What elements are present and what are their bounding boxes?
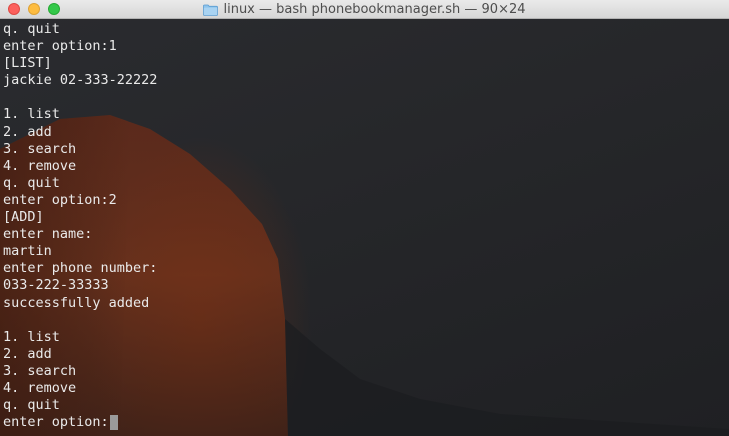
terminal-line: 4. remove	[3, 157, 77, 174]
terminal-line: 4. remove	[3, 379, 77, 396]
terminal-line: q. quit	[3, 174, 60, 191]
terminal-line: jackie 02-333-22222	[3, 72, 158, 89]
terminal-line: 1. list	[3, 328, 60, 345]
window-title: linux — bash phonebookmanager.sh — 90×24	[223, 2, 526, 17]
terminal-lines: q. quit enter option:1 [LIST] jackie 02-…	[3, 21, 157, 431]
terminal-line: enter name:	[3, 226, 93, 243]
title-bar[interactable]: linux — bash phonebookmanager.sh — 90×24	[0, 0, 729, 19]
terminal-line: enter phone number:	[3, 260, 158, 277]
terminal-line: martin	[3, 243, 52, 260]
folder-icon	[203, 4, 219, 16]
terminal-line: successfully added	[3, 294, 150, 311]
terminal-window: linux — bash phonebookmanager.sh — 90×24	[0, 0, 729, 436]
terminal-line: [ADD]	[3, 209, 44, 226]
terminal-line: enter option:2	[3, 191, 117, 208]
terminal-line: 2. add	[3, 345, 52, 362]
terminal-line: [LIST]	[3, 55, 52, 72]
terminal-line: 1. list	[3, 106, 60, 123]
terminal-prompt-line[interactable]: enter option:	[3, 414, 157, 431]
terminal-line: 3. search	[3, 140, 77, 157]
terminal-line: q. quit	[3, 397, 60, 414]
terminal-prompt: enter option:	[3, 414, 109, 431]
text-cursor	[109, 415, 118, 431]
window-title-group: linux — bash phonebookmanager.sh — 90×24	[0, 0, 729, 19]
terminal-line: q. quit	[3, 21, 60, 37]
terminal-line: 033-222-33333	[3, 277, 109, 294]
terminal-line: enter option:1	[3, 38, 117, 55]
terminal-output-area[interactable]: q. quit enter option:1 [LIST] jackie 02-…	[0, 19, 729, 436]
terminal-line: 3. search	[3, 362, 77, 379]
terminal-line: 2. add	[3, 123, 52, 140]
